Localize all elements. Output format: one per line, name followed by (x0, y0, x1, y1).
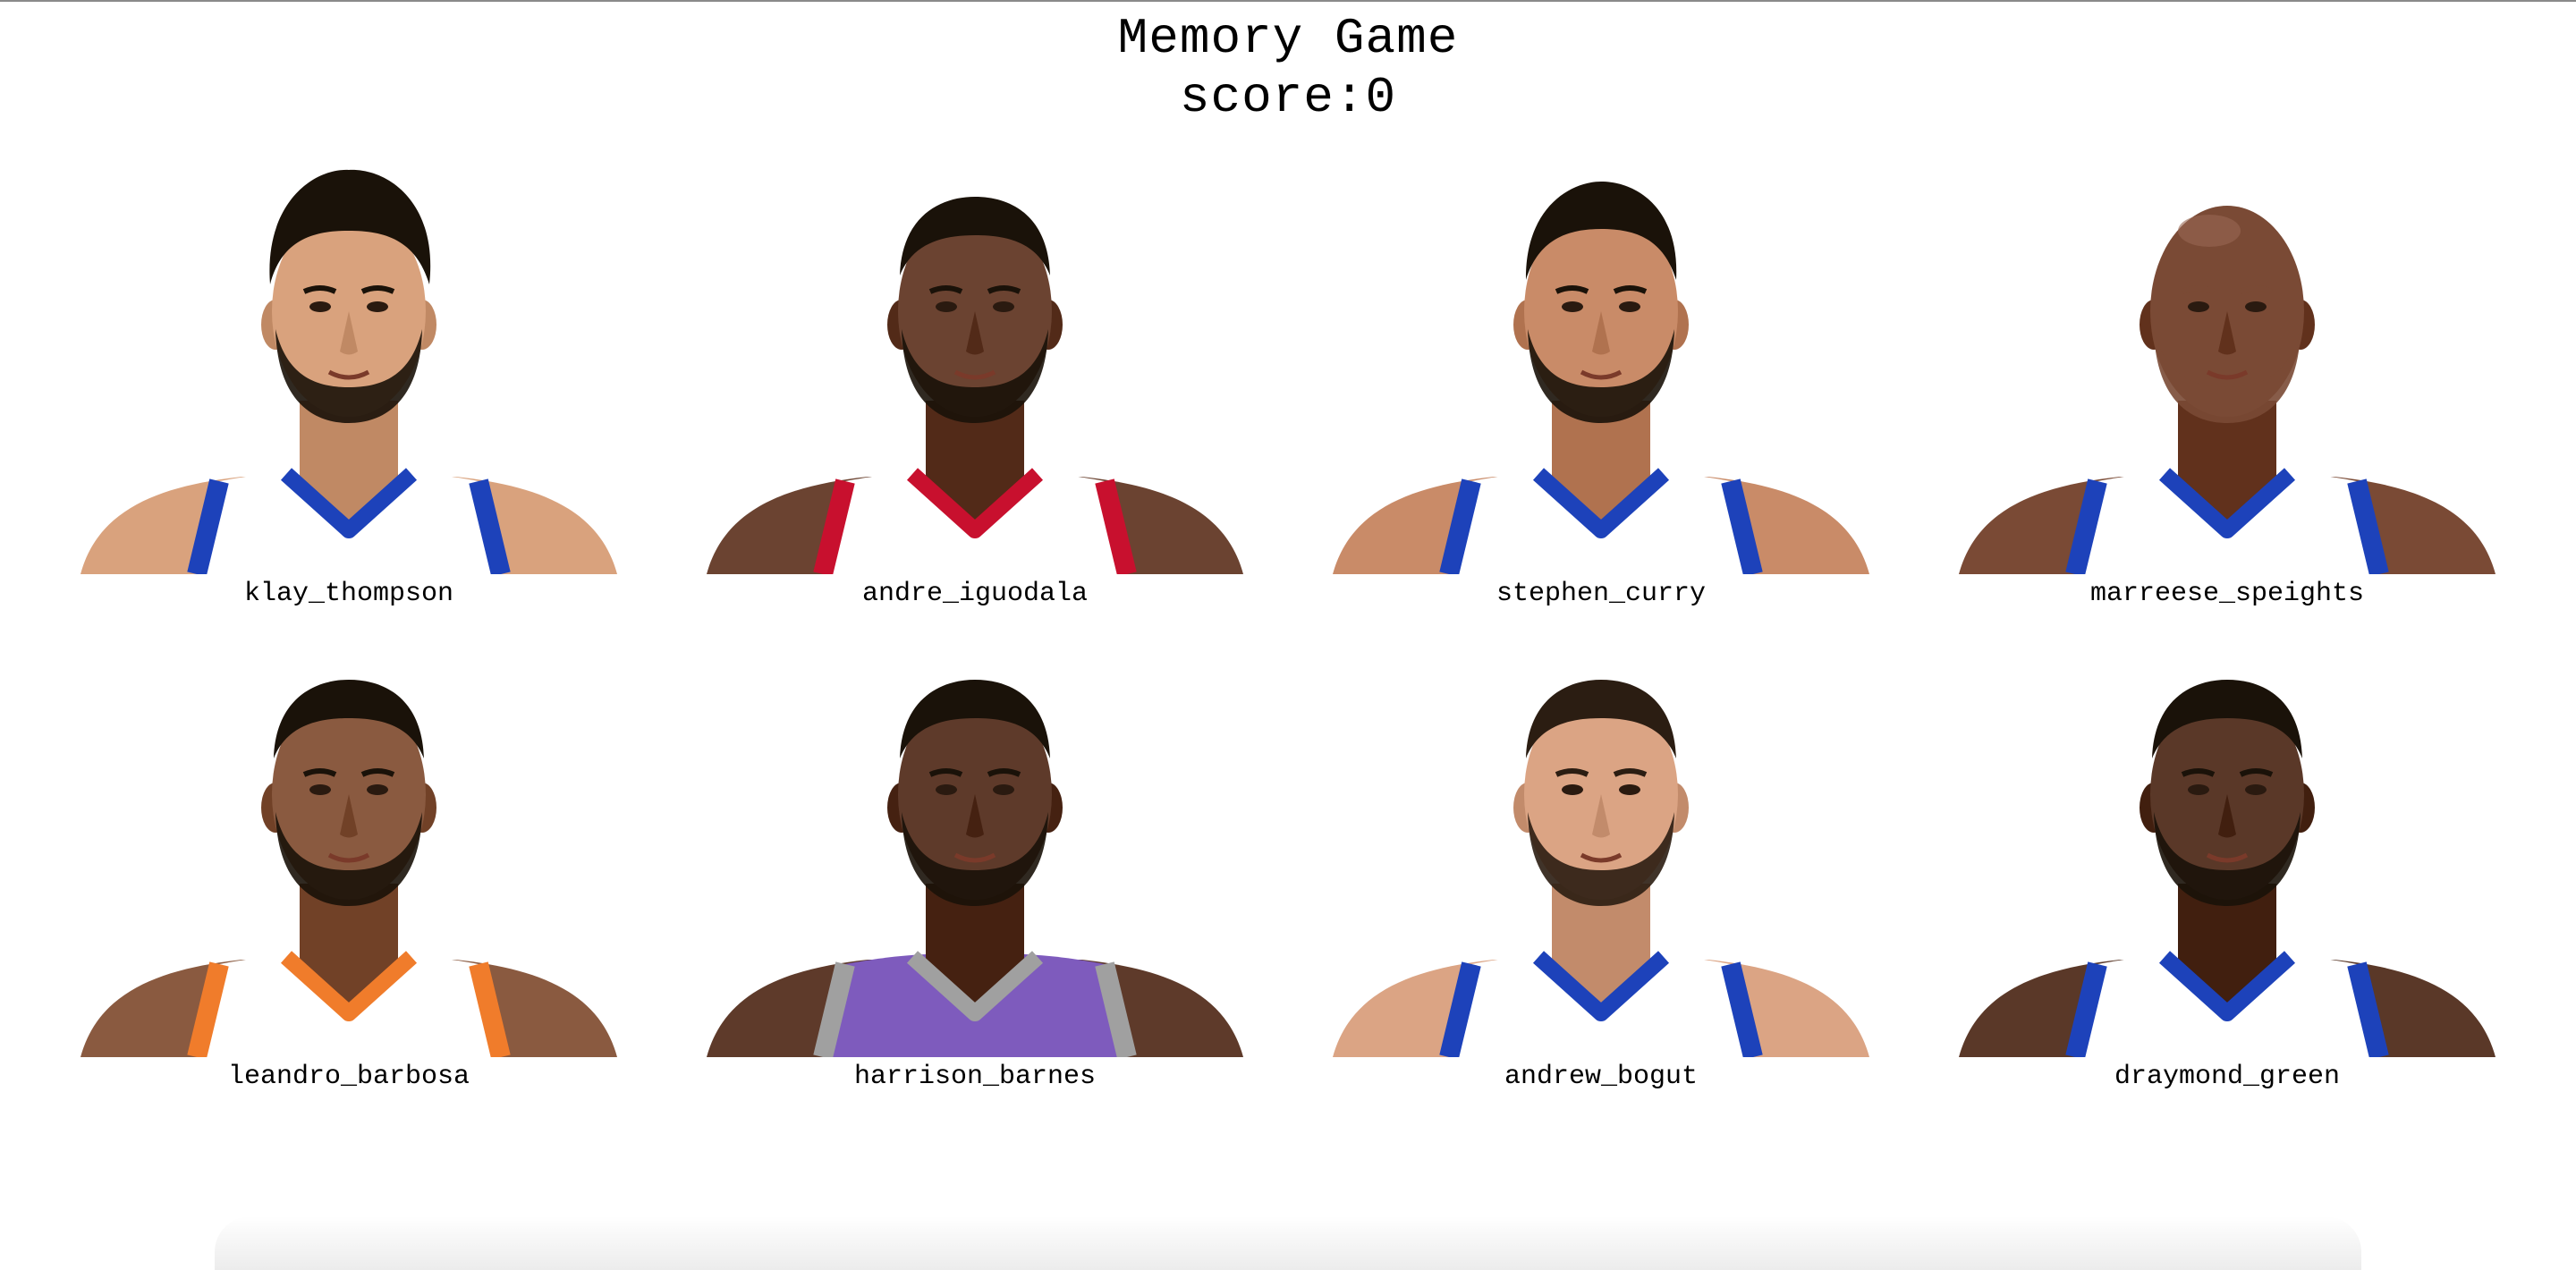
player-card[interactable]: stephen_curry (1288, 132, 1914, 615)
right-eye (367, 784, 388, 795)
player-name: marreese_speights (2089, 579, 2365, 609)
player-portrait-image (1959, 206, 2496, 574)
player-card[interactable]: draymond_green (1914, 615, 2540, 1098)
left-eye (1562, 784, 1583, 795)
player-name: draymond_green (2114, 1062, 2341, 1092)
game-header: Memory Game score:0 (0, 9, 2576, 127)
player-name: andre_iguodala (861, 579, 1089, 609)
left-eye (309, 784, 331, 795)
player-name: andrew_bogut (1504, 1062, 1699, 1092)
game-title: Memory Game (1117, 10, 1459, 67)
player-name: leandro_barbosa (227, 1062, 470, 1092)
right-eye (2245, 301, 2267, 312)
player-card[interactable]: klay_thompson (36, 132, 662, 615)
player-portrait-image (707, 680, 1243, 1057)
player-portrait-image (80, 680, 617, 1057)
right-eye (1619, 301, 1640, 312)
player-portrait-image (1959, 680, 2496, 1057)
card-grid: klay_thompson andre_iguodala stephen_cur… (36, 132, 2540, 1098)
left-eye (936, 784, 957, 795)
left-eye (936, 301, 957, 312)
left-eye (2188, 784, 2209, 795)
window-bottom-shadow (215, 1216, 2361, 1270)
memory-game-page: Memory Game score:0 klay_thompson andre_… (0, 0, 2576, 1270)
player-name: klay_thompson (243, 579, 454, 609)
score-display: score:0 (1179, 69, 1397, 126)
player-portrait-image (1333, 680, 1869, 1057)
player-name: harrison_barnes (853, 1062, 1097, 1092)
player-card[interactable]: andrew_bogut (1288, 615, 1914, 1098)
left-eye (1562, 301, 1583, 312)
player-card[interactable]: harrison_barnes (662, 615, 1288, 1098)
player-name: stephen_curry (1496, 579, 1707, 609)
left-eye (2188, 301, 2209, 312)
right-eye (993, 784, 1014, 795)
player-card[interactable]: marreese_speights (1914, 132, 2540, 615)
right-eye (2245, 784, 2267, 795)
head-highlight (2178, 215, 2241, 247)
right-eye (993, 301, 1014, 312)
left-eye (309, 301, 331, 312)
player-card[interactable]: leandro_barbosa (36, 615, 662, 1098)
player-portrait-image (80, 169, 617, 574)
right-eye (367, 301, 388, 312)
right-eye (1619, 784, 1640, 795)
player-portrait-image (707, 197, 1243, 574)
player-card[interactable]: andre_iguodala (662, 132, 1288, 615)
player-portrait-image (1333, 182, 1869, 574)
